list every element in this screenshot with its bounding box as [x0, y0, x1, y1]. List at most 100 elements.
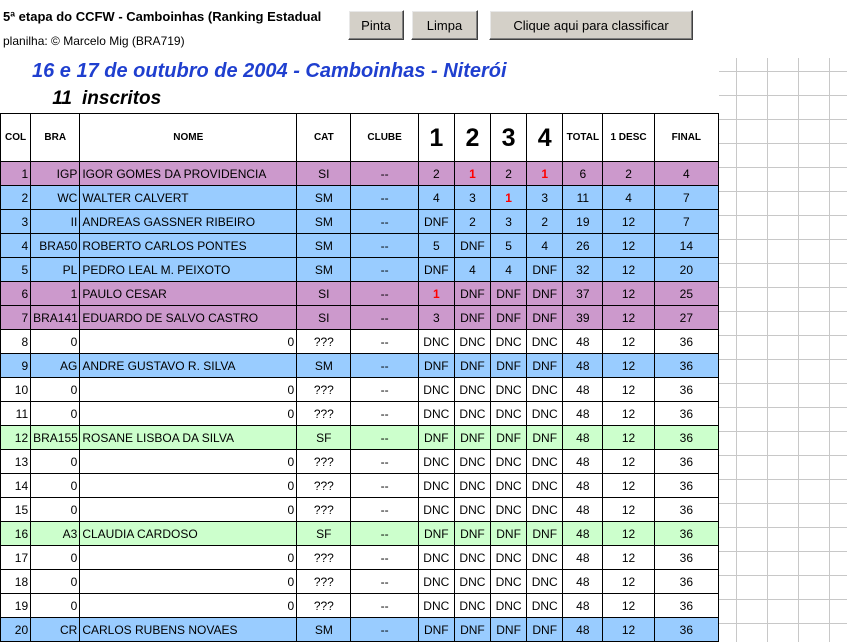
cell-race-1[interactable]: DNC	[417, 473, 455, 498]
cell-race-1[interactable]: DNC	[417, 401, 455, 426]
header-race-1[interactable]: 1	[417, 113, 455, 162]
cell-cat[interactable]: SF	[296, 521, 352, 546]
cell-race-4[interactable]: DNC	[526, 497, 564, 522]
cell-nome[interactable]: 0	[79, 473, 298, 498]
header-race-4[interactable]: 4	[526, 113, 564, 162]
cell-race-2[interactable]: DNC	[453, 545, 492, 570]
cell-col[interactable]: 18	[0, 569, 32, 594]
cell-race-3[interactable]: 4	[489, 257, 528, 282]
cell-desc[interactable]: 4	[602, 185, 655, 210]
cell-col[interactable]: 12	[0, 425, 32, 450]
cell-cat[interactable]: ???	[296, 593, 352, 618]
cell-race-4[interactable]: DNF	[526, 425, 564, 450]
cell-desc[interactable]: 12	[602, 377, 655, 402]
cell-total[interactable]: 48	[562, 617, 604, 642]
cell-race-4[interactable]: DNF	[526, 353, 564, 378]
cell-race-1[interactable]: DNC	[417, 593, 455, 618]
cell-race-3[interactable]: DNC	[489, 545, 528, 570]
cell-col[interactable]: 2	[0, 185, 32, 210]
cell-race-4[interactable]: 3	[526, 185, 564, 210]
cell-total[interactable]: 48	[562, 521, 604, 546]
cell-nome[interactable]: 0	[79, 377, 298, 402]
cell-clube[interactable]: --	[350, 233, 419, 258]
cell-cat[interactable]: ???	[296, 401, 352, 426]
cell-race-4[interactable]: DNF	[526, 257, 564, 282]
cell-cat[interactable]: ???	[296, 545, 352, 570]
cell-bra[interactable]: BRA141	[30, 305, 81, 330]
cell-final[interactable]: 36	[653, 473, 720, 498]
cell-cat[interactable]: SI	[296, 161, 352, 186]
cell-nome[interactable]: CLAUDIA CARDOSO	[79, 521, 298, 546]
cell-race-4[interactable]: 2	[526, 209, 564, 234]
cell-race-1[interactable]: 3	[417, 305, 455, 330]
cell-race-2[interactable]: DNF	[453, 281, 492, 306]
cell-race-2[interactable]: DNF	[453, 521, 492, 546]
cell-race-1[interactable]: DNF	[417, 521, 455, 546]
cell-bra[interactable]: 0	[30, 401, 81, 426]
cell-total[interactable]: 48	[562, 545, 604, 570]
cell-race-2[interactable]: 2	[453, 209, 492, 234]
cell-col[interactable]: 8	[0, 329, 32, 354]
cell-clube[interactable]: --	[350, 257, 419, 282]
cell-final[interactable]: 36	[653, 401, 720, 426]
cell-race-3[interactable]: DNF	[489, 281, 528, 306]
cell-race-4[interactable]: DNC	[526, 377, 564, 402]
cell-bra[interactable]: 0	[30, 473, 81, 498]
cell-desc[interactable]: 12	[602, 617, 655, 642]
cell-cat[interactable]: SI	[296, 281, 352, 306]
cell-desc[interactable]: 12	[602, 401, 655, 426]
cell-race-3[interactable]: 2	[489, 161, 528, 186]
cell-bra[interactable]: BRA155	[30, 425, 81, 450]
cell-race-4[interactable]: DNC	[526, 449, 564, 474]
cell-col[interactable]: 17	[0, 545, 32, 570]
cell-race-2[interactable]: 1	[453, 161, 492, 186]
cell-nome[interactable]: WALTER CALVERT	[79, 185, 298, 210]
cell-race-2[interactable]: DNF	[453, 305, 492, 330]
cell-clube[interactable]: --	[350, 473, 419, 498]
cell-nome[interactable]: 0	[79, 401, 298, 426]
cell-race-1[interactable]: 4	[417, 185, 455, 210]
cell-total[interactable]: 48	[562, 377, 604, 402]
cell-total[interactable]: 48	[562, 329, 604, 354]
cell-total[interactable]: 48	[562, 425, 604, 450]
cell-race-3[interactable]: DNC	[489, 569, 528, 594]
header-bra[interactable]: BRA	[30, 113, 81, 162]
cell-desc[interactable]: 12	[602, 233, 655, 258]
cell-bra[interactable]: 0	[30, 569, 81, 594]
cell-cat[interactable]: SM	[296, 257, 352, 282]
cell-race-1[interactable]: DNC	[417, 497, 455, 522]
cell-race-2[interactable]: DNC	[453, 401, 492, 426]
cell-race-2[interactable]: DNF	[453, 353, 492, 378]
cell-race-4[interactable]: DNC	[526, 545, 564, 570]
cell-race-4[interactable]: DNC	[526, 329, 564, 354]
cell-desc[interactable]: 2	[602, 161, 655, 186]
cell-bra[interactable]: IGP	[30, 161, 81, 186]
limpa-button[interactable]: Limpa	[411, 10, 478, 40]
cell-final[interactable]: 36	[653, 617, 720, 642]
cell-race-2[interactable]: DNF	[453, 617, 492, 642]
cell-nome[interactable]: ROBERTO CARLOS PONTES	[79, 233, 298, 258]
cell-race-4[interactable]: DNF	[526, 305, 564, 330]
cell-nome[interactable]: IGOR GOMES DA PROVIDENCIA	[79, 161, 298, 186]
cell-race-1[interactable]: DNC	[417, 377, 455, 402]
cell-clube[interactable]: --	[350, 329, 419, 354]
cell-desc[interactable]: 12	[602, 257, 655, 282]
cell-col[interactable]: 1	[0, 161, 32, 186]
cell-race-3[interactable]: DNC	[489, 329, 528, 354]
cell-cat[interactable]: ???	[296, 497, 352, 522]
cell-total[interactable]: 48	[562, 593, 604, 618]
header-desc[interactable]: 1 DESC	[602, 113, 655, 162]
cell-race-4[interactable]: DNF	[526, 281, 564, 306]
cell-col[interactable]: 10	[0, 377, 32, 402]
cell-cat[interactable]: ???	[296, 473, 352, 498]
cell-race-3[interactable]: DNC	[489, 497, 528, 522]
cell-clube[interactable]: --	[350, 521, 419, 546]
cell-col[interactable]: 19	[0, 593, 32, 618]
cell-bra[interactable]: 0	[30, 545, 81, 570]
header-col[interactable]: COL	[0, 113, 32, 162]
cell-bra[interactable]: AG	[30, 353, 81, 378]
cell-clube[interactable]: --	[350, 593, 419, 618]
cell-race-3[interactable]: DNC	[489, 401, 528, 426]
cell-race-4[interactable]: DNC	[526, 569, 564, 594]
cell-col[interactable]: 13	[0, 449, 32, 474]
